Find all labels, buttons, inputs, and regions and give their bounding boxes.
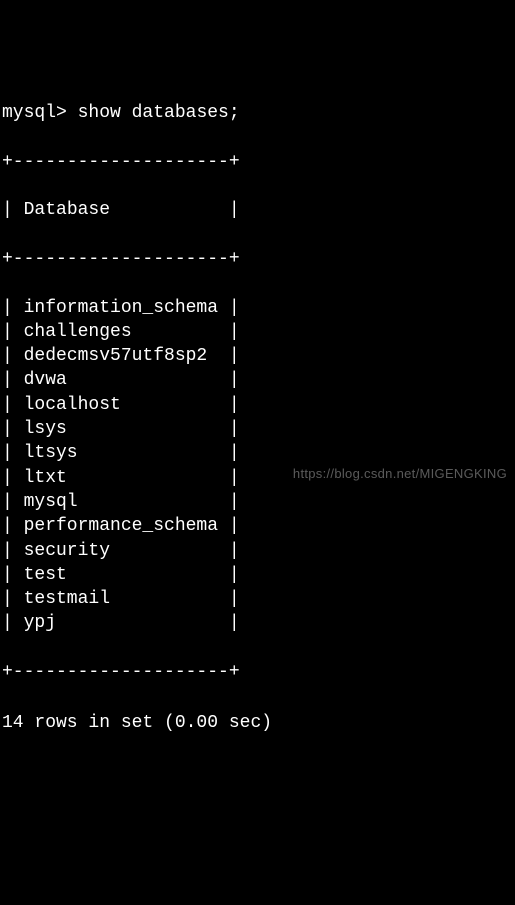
table-row: | challenges |	[2, 320, 513, 344]
mysql-prompt-line: mysql> show databases;	[2, 101, 513, 125]
table-border-top: +--------------------+	[2, 150, 513, 174]
table-border-bottom: +--------------------+	[2, 660, 513, 684]
table-header-row: | Database |	[2, 198, 513, 222]
table-row: | mysql |	[2, 490, 513, 514]
table-row: | test |	[2, 563, 513, 587]
table-row: | dvwa |	[2, 368, 513, 392]
column-header: Database	[24, 200, 110, 220]
table-row: | lsys |	[2, 417, 513, 441]
result-summary: 14 rows in set (0.00 sec)	[2, 711, 513, 735]
mysql-prompt: mysql>	[2, 103, 67, 123]
table-row: | dedecmsv57utf8sp2 |	[2, 344, 513, 368]
table-row: | localhost |	[2, 393, 513, 417]
table-row: | ltsys |	[2, 441, 513, 465]
sql-command: show databases;	[78, 103, 240, 123]
table-row: | ypj |	[2, 611, 513, 635]
table-row: | testmail |	[2, 587, 513, 611]
watermark-text: https://blog.csdn.net/MIGENGKING	[293, 465, 507, 483]
table-row: | security |	[2, 539, 513, 563]
table-border-mid: +--------------------+	[2, 247, 513, 271]
table-row: | performance_schema |	[2, 514, 513, 538]
table-row: | information_schema |	[2, 296, 513, 320]
